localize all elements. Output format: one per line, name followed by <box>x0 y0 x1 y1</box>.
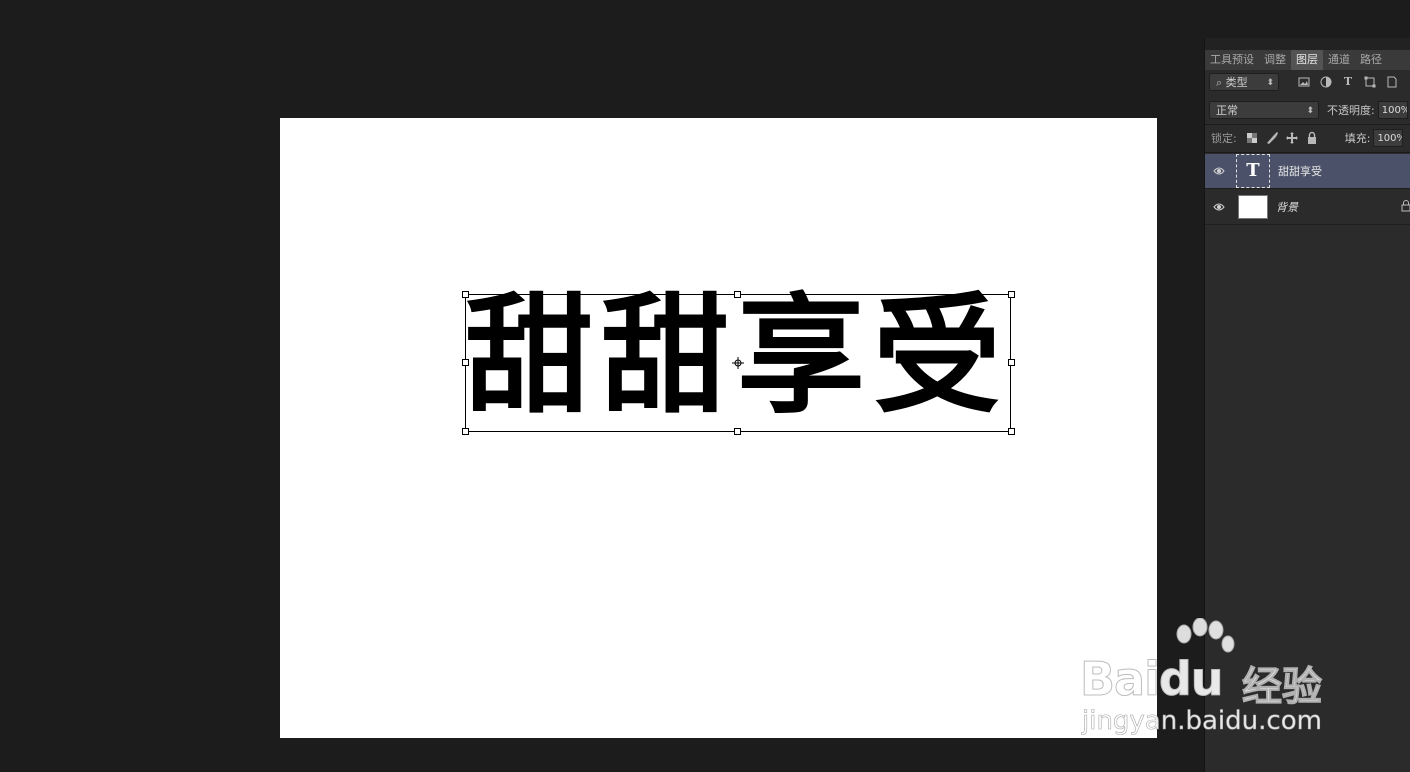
fill-label: 填充: <box>1344 132 1371 145</box>
visibility-eye-icon[interactable] <box>1205 201 1233 213</box>
blend-row: 正常 ⬍ 不透明度: 100% <box>1205 98 1410 122</box>
document-workspace[interactable]: 甜甜享受 <box>0 0 1205 772</box>
layer-filter-kind-label: 类型 <box>1225 76 1248 89</box>
lock-label: 锁定: <box>1211 132 1237 145</box>
panel-divider <box>1205 152 1410 153</box>
transform-handle-bottom-right[interactable] <box>1008 428 1015 435</box>
opacity-input[interactable]: 100% <box>1377 101 1408 119</box>
adjustment-filter-icon[interactable] <box>1319 75 1333 89</box>
background-layer-thumbnail <box>1238 195 1268 219</box>
lock-image-pixels-icon[interactable] <box>1265 131 1279 145</box>
tab-tool-presets[interactable]: 工具预设 <box>1205 50 1259 70</box>
lock-row: 锁定: 填充: 100% <box>1205 126 1410 150</box>
transform-handle-top-right[interactable] <box>1008 291 1015 298</box>
transform-handle-top-left[interactable] <box>462 291 469 298</box>
opacity-label: 不透明度: <box>1327 104 1375 117</box>
blend-mode-value: 正常 <box>1216 104 1238 117</box>
lock-transparent-pixels-icon[interactable] <box>1245 131 1259 145</box>
tab-layers[interactable]: 图层 <box>1291 50 1323 70</box>
search-icon: ⌕ <box>1216 76 1223 89</box>
smart-object-filter-icon[interactable] <box>1385 75 1399 89</box>
fill-input[interactable]: 100% <box>1373 129 1404 147</box>
shape-filter-icon[interactable] <box>1363 75 1377 89</box>
panel-tabs: 工具预设 调整 图层 通道 路径 <box>1205 50 1410 70</box>
layer-name-background[interactable]: 背景 <box>1276 199 1298 215</box>
filter-icon-group: T <box>1297 75 1399 89</box>
layer-lock-icon <box>1401 200 1410 212</box>
layer-row-background[interactable]: 背景 <box>1205 190 1410 225</box>
layers-panel: 工具预设 调整 图层 通道 路径 ⌕ 类型 ⬍ T 正常 ⬍ 不透明度: 100… <box>1204 38 1410 772</box>
reference-point-icon[interactable] <box>732 357 744 369</box>
tab-channels[interactable]: 通道 <box>1323 50 1355 70</box>
image-filter-icon[interactable] <box>1297 75 1311 89</box>
transform-handle-bottom-left[interactable] <box>462 428 469 435</box>
transform-handle-middle-left[interactable] <box>462 359 469 366</box>
panel-divider <box>1205 124 1410 125</box>
layer-filter-kind-select[interactable]: ⌕ 类型 ⬍ <box>1209 73 1279 91</box>
tab-adjustments[interactable]: 调整 <box>1259 50 1291 70</box>
text-layer-thumbnail: T <box>1236 154 1270 188</box>
select-arrows-icon: ⬍ <box>1266 78 1274 88</box>
visibility-eye-icon[interactable] <box>1205 165 1233 177</box>
transform-handle-bottom-center[interactable] <box>734 428 741 435</box>
layer-filter-row: ⌕ 类型 ⬍ T <box>1205 70 1410 94</box>
lock-all-icon[interactable] <box>1305 131 1319 145</box>
layer-row-text[interactable]: T 甜甜享受 <box>1205 154 1410 189</box>
panel-header-strip <box>1205 38 1410 50</box>
lock-position-icon[interactable] <box>1285 131 1299 145</box>
blend-mode-select[interactable]: 正常 ⬍ <box>1209 101 1319 119</box>
tab-paths[interactable]: 路径 <box>1355 50 1387 70</box>
transform-handle-middle-right[interactable] <box>1008 359 1015 366</box>
transform-handle-top-center[interactable] <box>734 291 741 298</box>
layer-name-text[interactable]: 甜甜享受 <box>1278 163 1322 179</box>
select-arrows-icon: ⬍ <box>1306 106 1314 116</box>
type-filter-icon[interactable]: T <box>1341 75 1355 89</box>
